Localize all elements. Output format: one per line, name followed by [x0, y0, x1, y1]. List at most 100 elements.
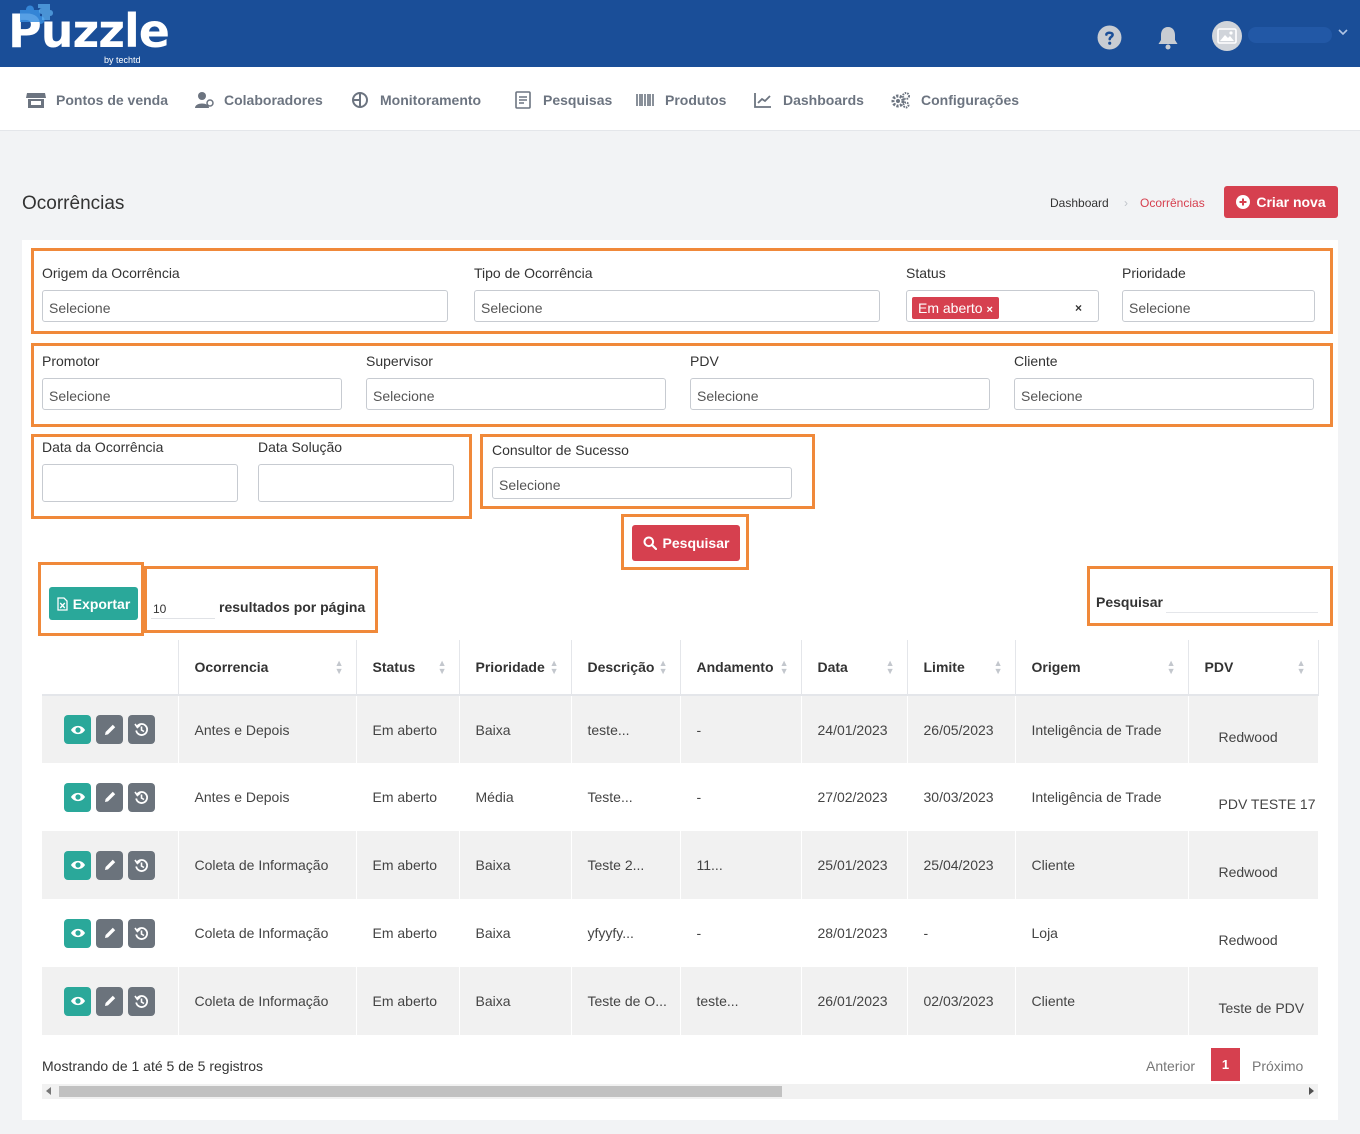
cell-andamento: teste...	[680, 967, 802, 1035]
prioridade-label: Prioridade	[1122, 265, 1186, 281]
cell-prioridade: Média	[459, 763, 572, 831]
prioridade-select[interactable]: Selecione	[1122, 290, 1315, 322]
edit-button[interactable]	[96, 782, 123, 812]
cell-andamento: -	[680, 899, 802, 967]
tag-remove-icon[interactable]: ×	[986, 304, 992, 316]
history-icon	[134, 723, 148, 736]
nav-produtos[interactable]: Produtos	[635, 91, 726, 109]
data-ocorrencia-input[interactable]	[42, 464, 238, 502]
history-button[interactable]	[128, 918, 155, 948]
status-tag-em-aberto[interactable]: Em aberto ×	[912, 297, 999, 319]
horizontal-scrollbar[interactable]	[42, 1084, 1318, 1099]
sort-icon: ▲ ▼	[1166, 658, 1176, 676]
bell-icon[interactable]	[1156, 25, 1180, 50]
tipo-select[interactable]: Selecione	[474, 290, 880, 322]
cogs-icon	[891, 92, 910, 109]
chart-icon	[754, 93, 771, 108]
column-label: Andamento	[696, 659, 774, 675]
history-button[interactable]	[128, 715, 155, 744]
row-actions	[42, 831, 179, 899]
view-button[interactable]	[64, 782, 91, 812]
view-button[interactable]	[64, 715, 91, 744]
promotor-select[interactable]: Selecione	[42, 378, 342, 410]
cell-pdv: Teste de PDV	[1188, 967, 1319, 1035]
top-header: Puzzle by techtd	[0, 0, 1360, 67]
per-page-input[interactable]	[151, 595, 215, 619]
column-header-status[interactable]: Status ▲ ▼	[356, 640, 460, 696]
cell-limite: 26/05/2023	[907, 695, 1016, 763]
data-solucao-input[interactable]	[258, 464, 454, 502]
cell-data: 27/02/2023	[801, 763, 908, 831]
nav-monitoramento[interactable]: Monitoramento	[350, 91, 481, 109]
origem-select[interactable]: Selecione	[42, 290, 448, 322]
nav-pontos-de-venda[interactable]: Pontos de venda	[26, 91, 168, 109]
username-redacted[interactable]	[1248, 27, 1332, 43]
column-header-origem[interactable]: Origem ▲ ▼	[1015, 640, 1189, 696]
history-button[interactable]	[128, 850, 155, 880]
column-header-prioridade[interactable]: Prioridade ▲ ▼	[459, 640, 572, 696]
cliente-select[interactable]: Selecione	[1014, 378, 1314, 410]
eye-icon	[70, 725, 85, 734]
create-new-button[interactable]: Criar nova	[1224, 186, 1338, 218]
per-page-label: resultados por página	[219, 599, 366, 615]
column-header-data[interactable]: Data ▲ ▼	[801, 640, 908, 696]
nav-label: Pontos de venda	[56, 92, 169, 108]
pencil-icon	[104, 927, 115, 938]
scrollbar-thumb[interactable]	[59, 1086, 782, 1097]
nav-dashboards[interactable]: Dashboards	[753, 91, 864, 109]
pagination-page-1[interactable]: 1	[1211, 1048, 1240, 1081]
sort-icon: ▲ ▼	[437, 658, 447, 676]
help-icon[interactable]	[1097, 25, 1122, 50]
row-actions	[42, 967, 179, 1035]
view-button[interactable]	[64, 986, 91, 1016]
column-header-ocorrencia[interactable]: Ocorrencia ▲ ▼	[178, 640, 357, 696]
edit-button[interactable]	[96, 715, 123, 744]
scroll-left-icon[interactable]	[46, 1087, 51, 1095]
breadcrumb-current: Ocorrências	[1140, 196, 1205, 210]
pencil-icon	[104, 859, 115, 870]
sort-icon: ▲ ▼	[885, 658, 895, 676]
view-button[interactable]	[64, 918, 91, 948]
column-header-descricao[interactable]: Descrição ▲ ▼	[571, 640, 681, 696]
history-icon	[134, 926, 148, 940]
pencil-icon	[104, 724, 115, 735]
pdv-select[interactable]: Selecione	[690, 378, 990, 410]
cell-origem: Inteligência de Trade	[1015, 763, 1189, 831]
column-header-limite[interactable]: Limite ▲ ▼	[907, 640, 1016, 696]
column-label: Descrição	[587, 659, 655, 675]
chevron-down-icon[interactable]	[1337, 25, 1349, 39]
view-button[interactable]	[64, 850, 91, 880]
cell-origem: Inteligência de Trade	[1015, 695, 1189, 763]
status-label: Status	[906, 265, 946, 281]
pencil-icon	[104, 791, 115, 802]
table-search-input[interactable]	[1166, 591, 1318, 613]
cell-ocorrencia: Coleta de Informação	[178, 899, 357, 967]
search-button[interactable]: Pesquisar	[632, 525, 740, 561]
table-row: Coleta de Informação Em aberto Baixa Tes…	[42, 831, 1319, 899]
breadcrumb-home[interactable]: Dashboard	[1050, 196, 1109, 210]
edit-button[interactable]	[96, 918, 123, 948]
pdv-label: PDV	[690, 353, 719, 369]
pagination-next[interactable]: Próximo	[1252, 1058, 1303, 1074]
nav-colaboradores[interactable]: Colaboradores	[194, 91, 323, 109]
edit-button[interactable]	[96, 850, 123, 880]
supervisor-select[interactable]: Selecione	[366, 378, 666, 410]
cell-ocorrencia: Coleta de Informação	[178, 967, 357, 1035]
cell-ocorrencia: Antes e Depois	[178, 695, 357, 763]
column-header-pdv[interactable]: PDV ▲ ▼	[1188, 640, 1319, 696]
pagination-previous[interactable]: Anterior	[1146, 1058, 1195, 1074]
origem-label: Origem da Ocorrência	[42, 265, 180, 281]
history-button[interactable]	[128, 782, 155, 812]
column-header-andamento[interactable]: Andamento ▲ ▼	[680, 640, 802, 696]
status-clear-icon[interactable]: ×	[1075, 301, 1082, 315]
export-button[interactable]: Exportar	[49, 587, 138, 620]
edit-button[interactable]	[96, 986, 123, 1016]
brand-logo[interactable]: Puzzle by techtd	[8, 4, 170, 65]
column-label: Origem	[1031, 659, 1081, 675]
scroll-right-icon[interactable]	[1309, 1087, 1314, 1095]
user-avatar[interactable]	[1212, 21, 1242, 51]
history-button[interactable]	[128, 986, 155, 1016]
nav-pesquisas[interactable]: Pesquisas	[513, 91, 612, 109]
consultor-select[interactable]: Selecione	[492, 467, 792, 499]
nav-configuracoes[interactable]: Configurações	[891, 91, 1019, 109]
